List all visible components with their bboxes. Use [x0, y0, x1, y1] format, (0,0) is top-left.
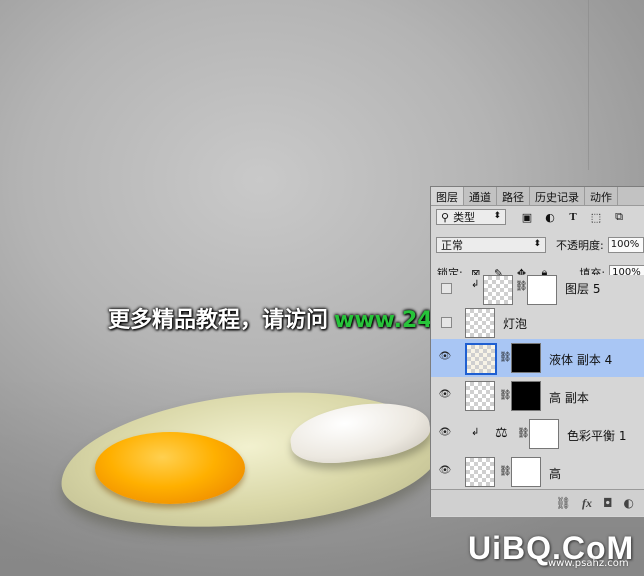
panel-tabs: 图层 通道 路径 历史记录 动作: [431, 187, 644, 206]
opacity-input[interactable]: 100%: [607, 237, 644, 253]
tab-layers[interactable]: 图层: [431, 187, 464, 205]
layer-name: 液体 副本 4: [549, 353, 613, 367]
opacity-label: 不透明度:: [556, 239, 604, 252]
shape-filter-icon[interactable]: ⬚: [589, 210, 603, 224]
updown-arrow-icon: ⬍: [493, 211, 501, 221]
chain-link-icon[interactable]: ⛓: [499, 352, 512, 363]
tab-history[interactable]: 历史记录: [530, 187, 585, 205]
type-filter-icon[interactable]: T: [566, 210, 580, 224]
adjustment-filter-icon[interactable]: ◐: [543, 210, 557, 224]
balance-scale-icon: ⚖: [495, 425, 508, 441]
link-layers-icon[interactable]: ⛓: [556, 496, 571, 510]
layer-name: 灯泡: [503, 317, 528, 331]
smartobject-filter-icon[interactable]: ⧉: [612, 210, 626, 224]
layer-row-high-copy[interactable]: 👁︎ ⛓ 高 副本: [431, 377, 644, 416]
watermark-sub: www.psahz.com: [548, 558, 629, 569]
blend-mode-value: 正常: [441, 239, 463, 252]
blend-mode-select[interactable]: 正常 ⬍: [436, 237, 546, 253]
eye-icon[interactable]: 👁︎: [438, 427, 452, 439]
tab-paths[interactable]: 路径: [497, 187, 530, 205]
layer-mask-thumbnail[interactable]: [511, 343, 541, 373]
filter-kind-select[interactable]: ⚲ 类型 ⬍: [436, 209, 506, 225]
layer-mask-thumbnail[interactable]: [511, 457, 541, 487]
layer-mask-thumbnail[interactable]: [511, 381, 541, 411]
layer-thumbnail: [483, 275, 513, 305]
search-icon: ⚲: [441, 210, 450, 224]
image-filter-icon[interactable]: ▣: [520, 210, 534, 224]
layer-thumbnail: [465, 457, 495, 487]
eye-icon[interactable]: 👁︎: [438, 389, 452, 401]
chain-link-icon[interactable]: ⛓: [517, 428, 530, 439]
guide-line: [588, 0, 589, 170]
layer-name: 图层 5: [565, 282, 601, 296]
layer-thumbnail: [465, 343, 497, 375]
promo-text: 更多精品教程，请访问: [108, 308, 329, 333]
layers-list: ↲ ⛓ 图层 5 灯泡 👁︎ ⛓ 液体 副本 4 👁︎ ⛓ 高 副本 👁︎ ↲ …: [431, 275, 644, 493]
updown-arrow-icon: ⬍: [533, 239, 541, 249]
layer-row-color-balance[interactable]: 👁︎ ↲ ⚖ ⛓ 色彩平衡 1: [431, 415, 644, 454]
layer-row-layer5[interactable]: ↲ ⛓ 图层 5: [431, 275, 644, 306]
blend-row: 正常 ⬍ 不透明度: 100%: [431, 237, 644, 253]
add-mask-icon[interactable]: ◘: [603, 496, 613, 510]
layer-mask-thumbnail[interactable]: [527, 275, 557, 305]
egg-yolk-image: [95, 432, 245, 504]
chain-link-icon[interactable]: ⛓: [499, 466, 512, 477]
panel-footer: ⛓ fx ◘ ◐: [431, 489, 644, 516]
tab-actions[interactable]: 动作: [585, 187, 618, 205]
filter-row: ⚲ 类型 ⬍ ▣ ◐ T ⬚ ⧉: [431, 209, 644, 225]
filter-kind-label: 类型: [453, 211, 476, 224]
layer-mask-thumbnail[interactable]: [529, 419, 559, 449]
layer-name: 高: [549, 467, 562, 481]
new-adjustment-icon[interactable]: ◐: [624, 496, 634, 510]
layers-panel: 图层 通道 路径 历史记录 动作 ⚲ 类型 ⬍ ▣ ◐ T ⬚ ⧉ 正常 ⬍ 不…: [430, 186, 644, 517]
fx-icon[interactable]: fx: [582, 496, 592, 511]
visibility-toggle[interactable]: [441, 283, 452, 294]
chain-link-icon[interactable]: ⛓: [515, 281, 528, 292]
layer-name: 色彩平衡 1: [567, 429, 627, 443]
visibility-toggle[interactable]: [441, 317, 452, 328]
layer-name: 高 副本: [549, 391, 589, 405]
clip-arrow-icon: ↲: [471, 279, 480, 290]
layer-row-high[interactable]: 👁︎ ⛓ 高: [431, 453, 644, 492]
eye-icon[interactable]: 👁︎: [438, 351, 452, 363]
eye-icon[interactable]: 👁︎: [438, 465, 452, 477]
smart-object-thumbnail: [465, 308, 495, 338]
tab-channels[interactable]: 通道: [464, 187, 497, 205]
layer-row-liquid-copy4[interactable]: 👁︎ ⛓ 液体 副本 4: [431, 339, 644, 378]
clip-arrow-icon: ↲: [471, 427, 480, 438]
chain-link-icon[interactable]: ⛓: [499, 390, 512, 401]
layer-row-bulb[interactable]: 灯泡: [431, 305, 644, 340]
layer-thumbnail: [465, 381, 495, 411]
